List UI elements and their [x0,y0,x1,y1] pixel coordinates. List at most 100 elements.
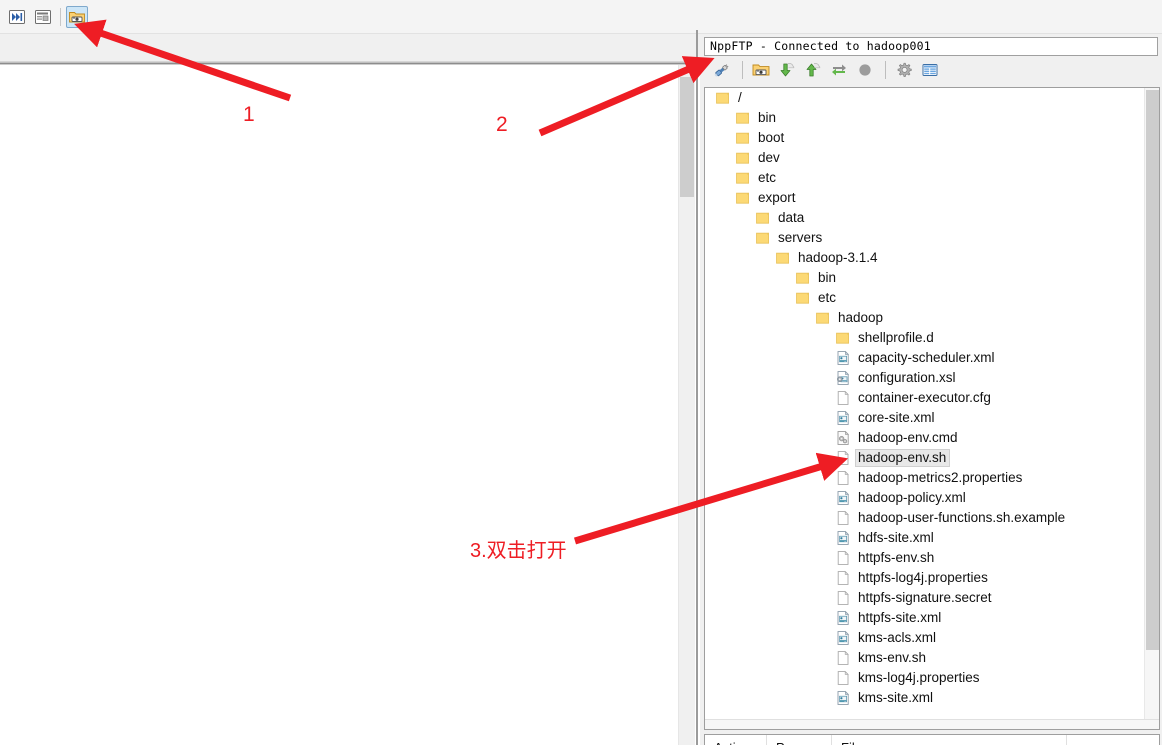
tree-item-label: hadoop-policy.xml [858,490,966,505]
folder-icon [735,150,751,166]
tree-item-label: shellprofile.d [858,330,934,345]
xml-icon [835,410,851,426]
tree-item-label: kms-log4j.properties [858,670,980,685]
tree-file-item[interactable]: kms-acls.xml [705,628,1145,648]
tree-item-label: httpfs-env.sh [858,550,935,565]
tree-item-label: kms-site.xml [858,690,933,705]
refresh-icon[interactable] [827,59,851,81]
tree-file-item[interactable]: kms-site.xml [705,688,1145,708]
tree-item-label: etc [818,290,837,305]
folder-icon [775,250,791,266]
notepadpp-toolbar [0,0,1162,34]
tree-folder-item[interactable]: hadoop [705,308,1145,328]
editor-scrollbar-thumb[interactable] [680,77,694,197]
tree-item-label: hadoop [838,310,884,325]
tree-item-label: kms-env.sh [858,650,927,665]
tree-file-item[interactable]: httpfs-log4j.properties [705,568,1145,588]
queue-column-extra[interactable] [1067,735,1159,745]
tree-folder-item[interactable]: shellprofile.d [705,328,1145,348]
toolbar-separator [885,60,886,79]
tree-item-label: etc [758,170,777,185]
abort-icon[interactable] [853,59,877,81]
xml-icon [835,490,851,506]
run-macro-icon[interactable] [6,6,28,28]
remote-file-tree[interactable]: / bin boot dev etc export data servers hadoop-3.… [705,88,1145,729]
tree-file-item[interactable]: hadoop-env.cmd [705,428,1145,448]
tree-folder-item[interactable]: bin [705,108,1145,128]
tree-item-label: hadoop-metrics2.properties [858,470,1023,485]
transfer-queue-list[interactable]: Action Progr... File [704,734,1160,745]
tree-file-item[interactable]: hadoop-metrics2.properties [705,468,1145,488]
nppftp-title-bar: NppFTP - Connected to hadoop001 [704,37,1158,56]
tree-folder-item[interactable]: dev [705,148,1145,168]
tree-item-label: kms-acls.xml [858,630,936,645]
tree-item-label: hdfs-site.xml [858,530,934,545]
tree-vertical-scrollbar[interactable] [1144,88,1159,729]
nppftp-panel: NppFTP - Connected to hadoop001 / bin bo… [700,34,1162,745]
tree-item-label: core-site.xml [858,410,935,425]
connect-icon[interactable] [710,59,734,81]
tree-file-item[interactable]: hadoop-policy.xml [705,488,1145,508]
tree-folder-item[interactable]: boot [705,128,1145,148]
tree-file-item[interactable]: capacity-scheduler.xml [705,348,1145,368]
tree-file-item[interactable]: httpfs-signature.secret [705,588,1145,608]
tree-scrollbar-thumb[interactable] [1146,90,1159,650]
tree-file-item[interactable]: httpfs-env.sh [705,548,1145,568]
queue-column-action[interactable]: Action [705,735,767,745]
queue-column-progress[interactable]: Progr... [767,735,832,745]
tree-file-item[interactable]: configuration.xsl [705,368,1145,388]
tree-folder-item[interactable]: export [705,188,1145,208]
folder-icon [795,290,811,306]
folder-icon [735,130,751,146]
nppftp-toggle-icon[interactable] [66,5,88,28]
nppftp-toolbar [704,57,1158,82]
tree-item-label: bin [758,110,777,125]
file-icon [835,650,851,666]
tree-file-item[interactable]: httpfs-site.xml [705,608,1145,628]
folder-icon [735,110,751,126]
xml-icon [835,690,851,706]
tree-file-item[interactable]: hadoop-env.sh [705,448,1145,468]
tree-folder-item[interactable]: etc [705,168,1145,188]
tree-folder-item[interactable]: etc [705,288,1145,308]
tree-horizontal-scrollbar[interactable] [705,719,1159,729]
folder-icon [795,270,811,286]
xsl-icon [835,370,851,386]
messages-icon[interactable] [918,59,942,81]
xml-icon [835,530,851,546]
tree-item-label: hadoop-env.sh [855,449,951,467]
folder-icon [835,330,851,346]
download-icon[interactable] [775,59,799,81]
open-directory-icon[interactable] [749,59,773,81]
macro-list-icon[interactable] [32,6,54,28]
tree-item-label: bin [818,270,837,285]
queue-column-file[interactable]: File [832,735,1067,745]
tree-item-label: data [778,210,805,225]
tree-folder-item[interactable]: bin [705,268,1145,288]
settings-icon[interactable] [892,59,916,81]
tree-folder-item[interactable]: servers [705,228,1145,248]
tree-file-item[interactable]: container-executor.cfg [705,388,1145,408]
tree-item-label: dev [758,150,780,165]
queue-column-headers: Action Progr... File [705,735,1159,745]
editor-vertical-scrollbar[interactable]: ▲ [678,65,695,745]
xml-icon [835,630,851,646]
tree-folder-item[interactable]: data [705,208,1145,228]
editor-canvas[interactable] [0,65,676,745]
tree-item-label: / [738,90,742,105]
tree-file-item[interactable]: kms-log4j.properties [705,668,1145,688]
tree-file-item[interactable]: hdfs-site.xml [705,528,1145,548]
tree-file-item[interactable]: core-site.xml [705,408,1145,428]
remote-file-tree-container[interactable]: / bin boot dev etc export data servers hadoop-3.… [704,87,1160,730]
scroll-up-arrow-icon[interactable]: ▲ [679,65,695,75]
toolbar-separator [60,7,61,26]
tree-folder-item[interactable]: hadoop-3.1.4 [705,248,1145,268]
tree-item-label: container-executor.cfg [858,390,991,405]
tree-item-label: httpfs-log4j.properties [858,570,988,585]
tree-folder-item[interactable]: / [705,88,1145,108]
tree-file-item[interactable]: kms-env.sh [705,648,1145,668]
tree-file-item[interactable]: hadoop-user-functions.sh.example [705,508,1145,528]
xml-icon [835,610,851,626]
panel-splitter[interactable] [696,30,698,745]
upload-icon[interactable] [801,59,825,81]
